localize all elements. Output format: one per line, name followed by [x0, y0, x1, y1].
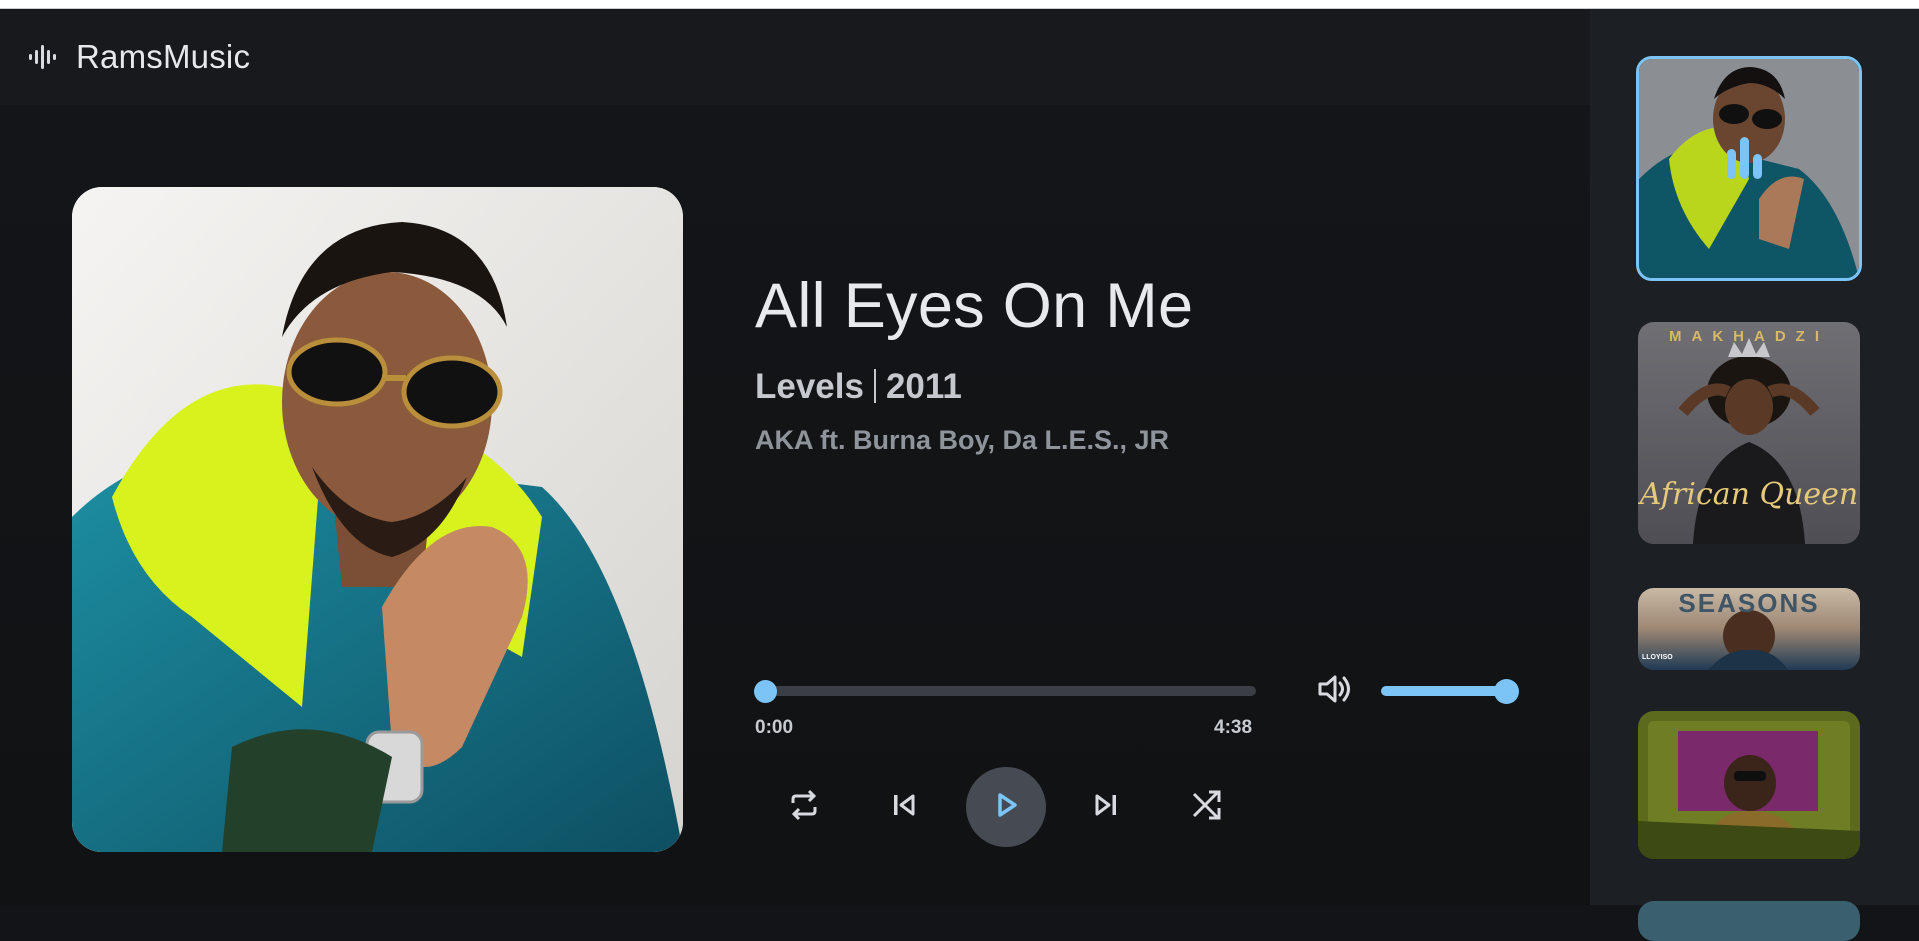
album-year-divider — [873, 369, 876, 403]
music-player-app: RamsMusic All Eyes On Me Levels 2011 AKA… — [0, 9, 1919, 941]
cover-artist-text: MAKHADZI — [1669, 328, 1829, 345]
play-icon — [991, 790, 1021, 825]
play-button[interactable] — [966, 767, 1046, 847]
app-name: RamsMusic — [76, 38, 251, 75]
album-year-line: Levels 2011 — [755, 367, 962, 407]
previous-track-button[interactable] — [881, 784, 927, 830]
volume-icon[interactable] — [1316, 671, 1352, 707]
browser-top-edge — [0, 0, 1919, 9]
volume-handle[interactable] — [1494, 679, 1519, 704]
repeat-icon — [787, 788, 821, 827]
queue-item-seasons[interactable]: SEASONS LLOYISO — [1638, 588, 1860, 670]
cover-artist-text: LLOYISO — [1642, 654, 1673, 661]
queue-item-car-cover[interactable] — [1638, 711, 1860, 859]
queue-sidebar: MAKHADZI African Queen SEASONS LLOYISO — [1590, 9, 1919, 941]
waveform-icon — [28, 43, 56, 71]
queue-item-partial-cover[interactable] — [1638, 901, 1860, 941]
app-header: RamsMusic — [0, 9, 1590, 105]
cover-title-text: SEASONS — [1678, 588, 1820, 618]
album-cover-image — [72, 187, 683, 852]
equalizer-bars-icon — [1727, 149, 1736, 179]
artist-names: AKA ft. Burna Boy, Da L.E.S., JR — [755, 425, 1170, 455]
current-time: 0:00 — [755, 717, 794, 738]
cover-title-text: African Queen — [1639, 477, 1859, 512]
shuffle-button[interactable] — [1184, 784, 1230, 830]
shuffle-icon — [1190, 788, 1224, 827]
volume-slider[interactable] — [1381, 686, 1507, 696]
now-playing-panel: All Eyes On Me Levels 2011 AKA ft. Burna … — [0, 105, 1590, 905]
total-time: 4:38 — [1214, 717, 1253, 738]
release-year: 2011 — [885, 367, 962, 406]
queue-item-all-eyes-on-me[interactable] — [1636, 56, 1862, 281]
next-track-button[interactable] — [1083, 784, 1129, 830]
album-name: Levels — [755, 367, 864, 406]
repeat-button[interactable] — [781, 784, 827, 830]
skip-previous-icon — [890, 791, 918, 824]
volume-fill — [1381, 686, 1507, 696]
skip-next-icon — [1092, 791, 1120, 824]
progress-bar[interactable] — [758, 686, 1256, 696]
progress-handle[interactable] — [754, 680, 777, 703]
song-title: All Eyes On Me — [755, 271, 1194, 341]
queue-item-african-queen[interactable]: MAKHADZI African Queen — [1638, 322, 1860, 544]
